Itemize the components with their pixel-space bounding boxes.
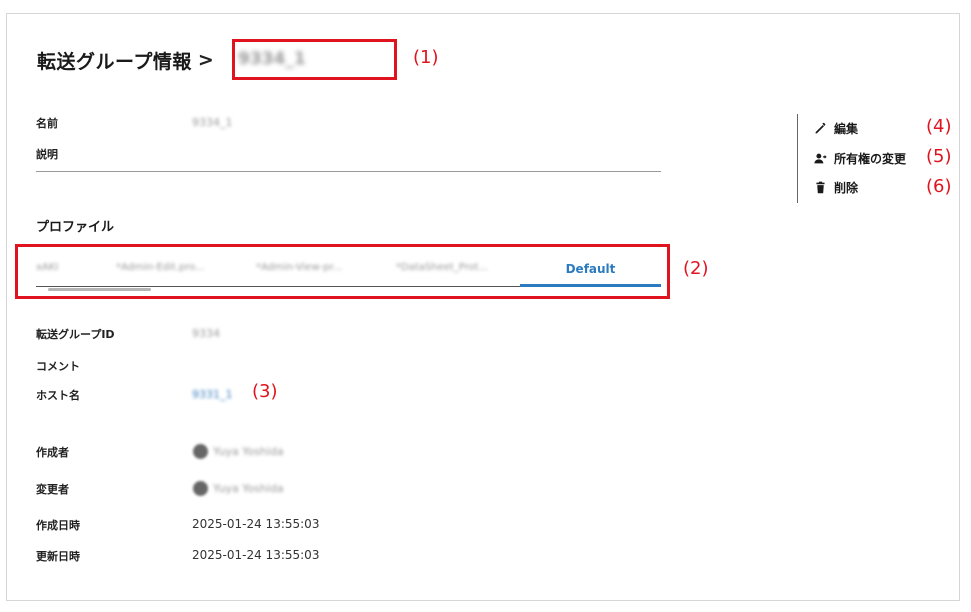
modifier-value: Yuya Yoshida <box>213 482 284 495</box>
annotation-box-1 <box>232 39 397 80</box>
edit-button[interactable]: 編集 <box>814 120 858 137</box>
edit-label: 編集 <box>834 122 859 136</box>
delete-label: 削除 <box>834 181 859 195</box>
profile-section-title: プロファイル <box>36 220 115 235</box>
change-owner-label: 所有権の変更 <box>834 152 907 166</box>
description-label: 説明 <box>36 148 58 161</box>
modifier-label: 変更者 <box>36 483 69 496</box>
modifier-avatar <box>193 481 208 496</box>
annotation-label-2: (2) <box>683 258 709 279</box>
host-name-label: ホスト名 <box>36 389 80 402</box>
transfer-group-id-label: 転送グループID <box>36 328 115 341</box>
updated-at-label: 更新日時 <box>36 550 80 563</box>
creator-avatar <box>193 444 208 459</box>
annotation-label-6: (6) <box>926 176 952 197</box>
transfer-group-id-value: 9334 <box>192 327 220 340</box>
created-at-label: 作成日時 <box>36 519 80 532</box>
page-header: 転送グループ情報 > <box>37 46 214 74</box>
annotation-label-3: (3) <box>252 381 278 402</box>
created-at-value: 2025-01-24 13:55:03 <box>192 517 320 531</box>
trash-icon <box>816 181 825 194</box>
name-value: 9334_1 <box>192 116 233 129</box>
main-panel <box>6 13 960 601</box>
user-transfer-icon <box>814 153 827 164</box>
name-label: 名前 <box>36 117 58 130</box>
page-title: 転送グループ情報 <box>37 50 192 73</box>
annotation-label-4: (4) <box>926 116 952 137</box>
updated-at-value: 2025-01-24 13:55:03 <box>192 548 320 562</box>
pencil-icon <box>815 122 826 134</box>
annotation-box-2 <box>15 244 670 299</box>
title-separator: > <box>197 49 214 71</box>
annotation-label-1: (1) <box>413 47 439 68</box>
change-owner-button[interactable]: 所有権の変更 <box>814 150 906 167</box>
creator-label: 作成者 <box>36 446 69 459</box>
divider <box>36 171 661 172</box>
comment-label: コメント <box>36 360 80 373</box>
delete-button[interactable]: 削除 <box>814 179 858 196</box>
host-name-link[interactable]: 9331_1 <box>192 388 233 401</box>
annotation-label-5: (5) <box>926 146 952 167</box>
creator-value: Yuya Yoshida <box>213 445 284 458</box>
